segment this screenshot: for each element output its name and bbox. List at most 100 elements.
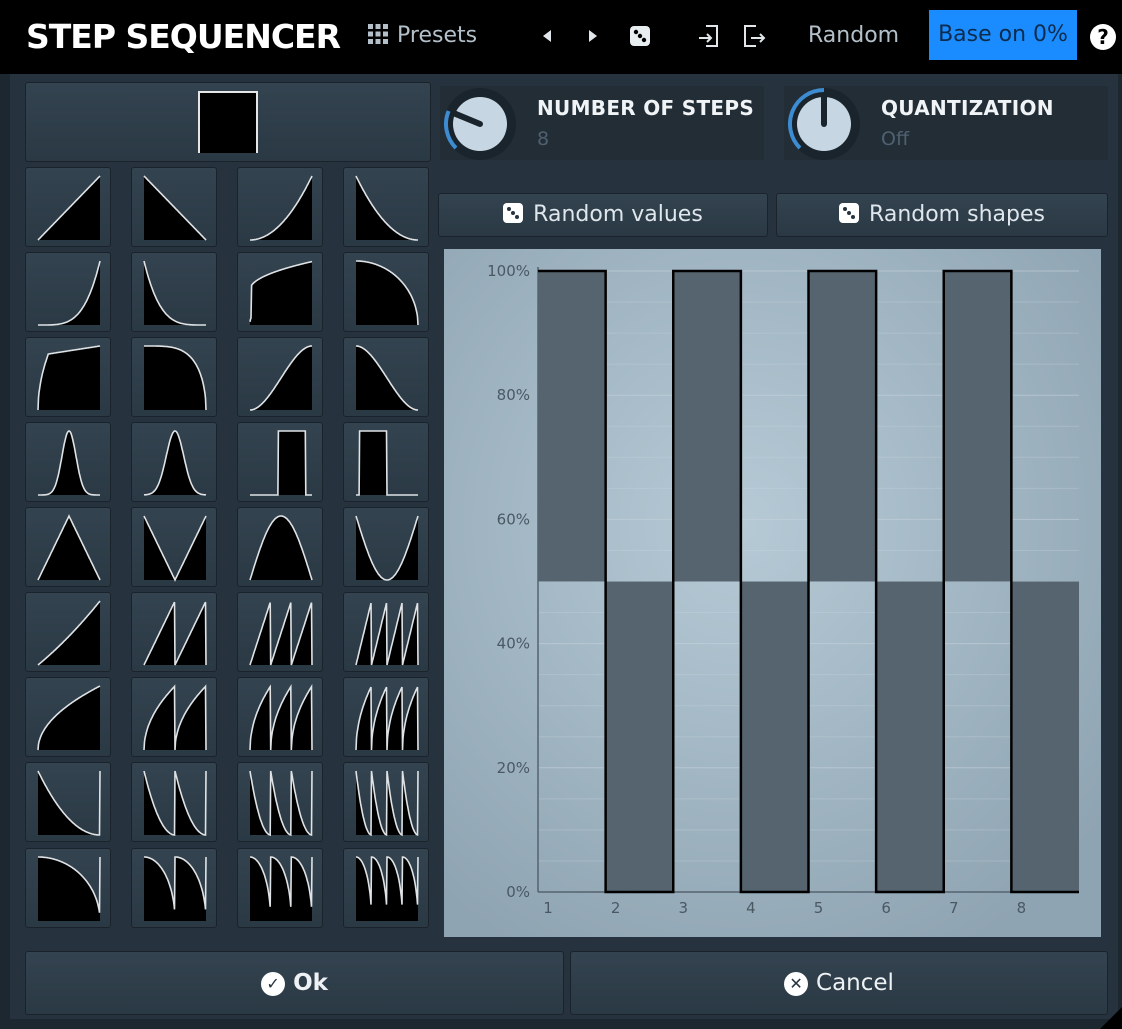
random-shapes-button[interactable]: Random shapes [776,193,1108,237]
quantization-control[interactable]: QUANTIZATION Off [784,86,1108,160]
square-shape-button[interactable] [25,82,431,162]
next-preset-button[interactable] [583,14,603,58]
cancel-button[interactable]: ✕ Cancel [570,951,1108,1015]
quantization-knob[interactable] [784,84,864,164]
number-of-steps-control[interactable]: NUMBER OF STEPS 8 [440,86,764,160]
shape-sine-hump-icon [249,515,313,581]
quantization-label: QUANTIZATION [881,96,1054,120]
shape-button-exp-up[interactable] [237,167,323,247]
shape-button-steep-exp-up[interactable] [25,252,111,332]
shape-button-curve-down-3[interactable] [237,848,323,928]
dice-icon [839,203,860,223]
shape-exp-up-icon [250,175,313,241]
dice-icon [630,26,650,46]
shape-pulse-mid-icon [250,430,312,496]
shape-v-shape-icon [143,515,207,582]
step-bar[interactable] [1011,581,1079,893]
shape-button-bell-narrow[interactable] [25,422,111,502]
shape-button-pulse-mid[interactable] [237,422,323,502]
y-tick-label: 100% [487,262,530,280]
shape-saw-up-3-icon [249,602,313,666]
import-icon [699,25,718,47]
step-bar[interactable] [673,271,741,582]
random-preset-button[interactable] [626,14,654,58]
shape-s-up-icon [250,345,312,411]
shape-button-log-up-1[interactable] [25,677,111,757]
shape-button-bell-wide[interactable] [131,422,217,502]
random-shapes-label: Random shapes [869,202,1045,227]
shape-saw-up-4-icon [355,602,419,666]
shape-button-saw-up-3[interactable] [237,592,323,672]
shape-button-log-saw-3[interactable] [237,677,323,757]
shape-button-sine-valley[interactable] [343,507,429,587]
shape-button-pulse-start[interactable] [343,422,429,502]
x-tick-label: 7 [949,899,959,917]
shape-steep-exp-down-icon [143,260,206,326]
shape-button-curve-down-4[interactable] [343,848,429,928]
shape-exp-down-3-icon [249,770,313,837]
next-icon [589,30,597,42]
shape-button-quarter-up[interactable] [25,337,111,417]
shape-button-ramp-up-1[interactable] [25,592,111,672]
help-icon[interactable]: ? [1090,24,1116,50]
resize-handle[interactable] [1100,1007,1122,1029]
y-tick-label: 60% [497,510,530,528]
shape-button-log-saw-4[interactable] [343,677,429,757]
shape-button-exp-down-4[interactable] [343,762,429,842]
cancel-label: Cancel [816,970,894,996]
shape-button-steep-exp-down[interactable] [131,252,217,332]
shape-button-log-down[interactable] [343,252,429,332]
step-bar[interactable] [605,581,674,893]
shape-exp-down-4-icon [355,770,419,837]
shape-button-s-down[interactable] [343,337,429,417]
shape-ramp-up-1-icon [37,600,101,666]
base-on-zero-button[interactable]: Base on 0% [929,10,1077,60]
step-bar[interactable] [740,581,809,893]
shape-button-triangle[interactable] [25,507,111,587]
shape-log-saw-3-icon [249,684,313,751]
shape-button-s-up[interactable] [237,337,323,417]
y-tick-label: 0% [506,883,530,901]
step-bar[interactable] [808,271,877,582]
step-bar[interactable] [943,271,1012,582]
shape-button-log-saw-2[interactable] [131,677,217,757]
step-bar[interactable] [876,581,944,893]
shape-button-quarter-down[interactable] [131,337,217,417]
shape-button-exp-down-3[interactable] [237,762,323,842]
shape-exp-down-2-icon [143,770,207,836]
shape-button-sine-hump[interactable] [237,507,323,587]
export-button[interactable] [739,14,767,58]
step-bar[interactable] [538,271,606,582]
shape-button-log-up[interactable] [237,252,323,332]
step-graph[interactable]: 0% 20% 40% 60% 80% 100% 1 2 3 4 5 6 7 8 [444,249,1101,937]
previous-preset-button[interactable] [538,14,558,58]
shape-ramp-down-icon [143,175,207,241]
shape-curve-down-3-icon [250,856,313,921]
shape-button-ramp-down[interactable] [131,167,217,247]
x-tick-label: 6 [881,899,891,917]
y-tick-label: 80% [497,386,530,404]
export-icon [744,25,766,47]
ok-button[interactable]: ✓ Ok [25,951,564,1015]
shape-button-saw-up-2[interactable] [131,592,217,672]
import-button[interactable] [695,14,723,58]
steps-knob[interactable] [440,84,520,164]
shape-button-exp-down-1[interactable] [25,762,111,842]
x-tick-label: 8 [1017,899,1027,917]
shape-quarter-up-icon [37,345,101,411]
shape-bell-narrow-icon [38,430,100,496]
shape-curve-down-1-icon [38,856,101,921]
shape-button-exp-down-2[interactable] [131,762,217,842]
steps-value: 8 [537,128,550,150]
random-values-button[interactable]: Random values [438,193,768,237]
grid-icon [368,24,388,44]
shape-button-v-shape[interactable] [131,507,217,587]
shape-button-exp-down[interactable] [343,167,429,247]
shape-quarter-down-icon [144,345,207,411]
shape-button-ramp-up[interactable] [25,167,111,247]
shape-button-curve-down-2[interactable] [131,848,217,928]
random-button[interactable]: Random [808,14,899,58]
shape-button-saw-up-4[interactable] [343,592,429,672]
presets-button[interactable]: Presets [367,14,477,58]
shape-button-curve-down-1[interactable] [25,848,111,928]
